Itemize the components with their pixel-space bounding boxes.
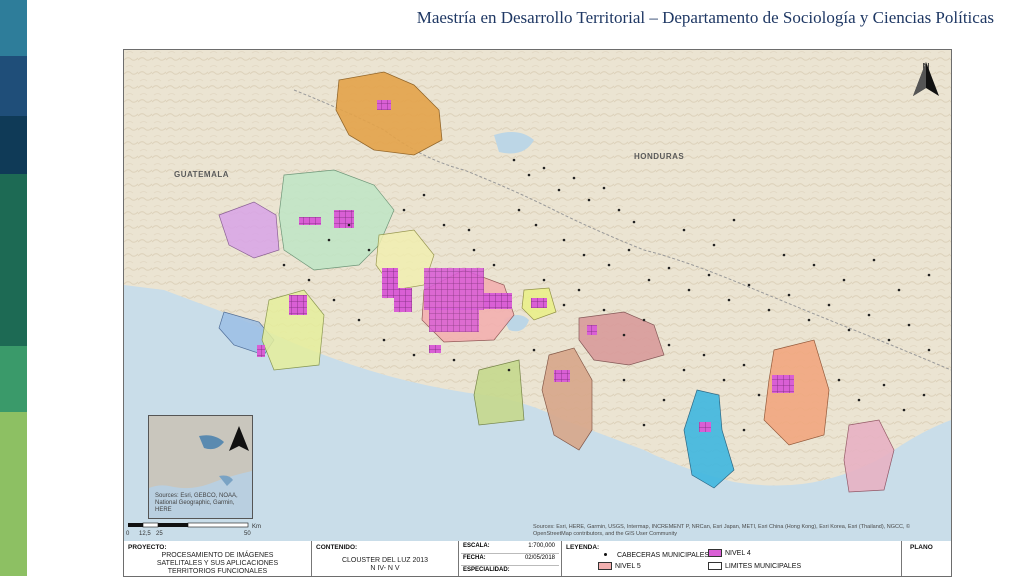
strip-segment-3: [0, 116, 27, 174]
strip-segment-4: [0, 174, 27, 346]
north-arrow-icon: [913, 62, 939, 96]
strip-segment-5: [0, 346, 27, 412]
strip-segment-1: [0, 0, 27, 56]
fecha-head: FECHA:: [463, 555, 486, 561]
nivel4-cluster: [299, 217, 321, 225]
dot-icon: [604, 553, 607, 556]
nivel4-cluster: [484, 293, 512, 309]
scale-bar: 0 12,5 25 50 Km: [126, 522, 276, 540]
tb-escala: ESCALA: 1:700,000 FECHA: 02/05/2018 ESPE…: [459, 541, 562, 576]
nivel4-cluster: [554, 370, 570, 382]
nivel5-swatch: [598, 562, 612, 570]
legend-cabeceras-label: CABECERAS MUNICIPALES: [617, 552, 710, 559]
label-guatemala: GUATEMALA: [174, 170, 230, 179]
legend-limites: LIMITES MUNICIPALES: [708, 562, 801, 570]
nivel4-cluster: [429, 345, 441, 353]
inset-sources: Sources: Esri, GEBCO, NOAA, National Geo…: [155, 493, 238, 513]
scale-tick-0: 0: [126, 531, 130, 537]
plano-head: PLANO: [910, 544, 933, 551]
map-sources: Sources: Esri, HERE, Garmin, USGS, Inter…: [533, 524, 911, 537]
legend-cabeceras: CABECERAS MUNICIPALES: [598, 552, 709, 559]
nivel4-cluster: [289, 295, 307, 315]
scale-tick-3: 50: [244, 531, 251, 537]
legend-nivel5: NIVEL 5: [598, 562, 641, 570]
map-canvas[interactable]: GUATEMALA HONDURAS N Sources: Esri, GEBC…: [123, 49, 952, 543]
contenido-value-2: N IV- N V: [370, 565, 400, 572]
proyecto-head: PROYECTO:: [128, 544, 167, 551]
escala-value: 1:700,000: [528, 543, 555, 549]
nivel4-cluster: [531, 298, 547, 308]
nivel4-cluster: [429, 308, 479, 332]
scale-tick-2: 25: [156, 531, 163, 537]
especialidad-head: ESPECIALIDAD:: [463, 567, 510, 573]
legend-nivel4-label: NIVEL 4: [725, 549, 751, 557]
tb-contenido: CONTENIDO: CLOUSTER DEL LUZ 2013 N IV- N…: [312, 541, 459, 576]
dept-olive-south: [473, 359, 525, 426]
strip-segment-6: [0, 412, 27, 576]
legend-limites-label: LIMITES MUNICIPALES: [725, 562, 802, 570]
label-honduras: HONDURAS: [634, 152, 685, 161]
escala-head: ESCALA:: [463, 543, 490, 549]
scale-tick-1: 12,5: [139, 531, 151, 537]
legend-nivel5-label: NIVEL 5: [615, 562, 641, 570]
limites-swatch: [708, 562, 722, 570]
especialidad-row: ESPECIALIDAD:: [461, 565, 559, 577]
nivel4-cluster: [394, 288, 412, 312]
nivel4-cluster: [377, 100, 391, 110]
leyenda-head: LEYENDA:: [566, 544, 600, 551]
tb-plano: PLANO: [902, 541, 951, 576]
proyecto-value: PROCESAMIENTO DE IMÁGENES SATELITALES Y …: [156, 552, 279, 575]
nivel4-swatch: [708, 549, 722, 557]
page-title: Maestría en Desarrollo Territorial – Dep…: [416, 8, 994, 27]
north-arrow: N: [913, 62, 939, 96]
contenido-head: CONTENIDO:: [316, 544, 358, 551]
tb-proyecto: PROYECTO: PROCESAMIENTO DE IMÁGENES SATE…: [124, 541, 312, 576]
scale-unit: Km: [252, 524, 261, 530]
legend-nivel4: NIVEL 4: [708, 549, 751, 557]
contenido-value-1: CLOUSTER DEL LUZ 2013: [341, 557, 429, 564]
sidebar-color-strip: [0, 0, 27, 576]
tb-leyenda: LEYENDA: CABECERAS MUNICIPALES NIVEL 5 N…: [562, 541, 902, 576]
inset-map[interactable]: Sources: Esri, GEBCO, NOAA, National Geo…: [148, 415, 253, 519]
title-block: PROYECTO: PROCESAMIENTO DE IMÁGENES SATE…: [123, 541, 952, 577]
fecha-value: 02/05/2018: [524, 555, 555, 561]
nivel4-cluster: [424, 268, 484, 310]
strip-segment-2: [0, 56, 27, 116]
nivel4-cluster: [334, 210, 354, 228]
nivel4-cluster: [772, 375, 794, 393]
nivel4-cluster: [257, 345, 265, 357]
nivel4-cluster: [699, 422, 711, 432]
nivel4-cluster: [587, 325, 597, 335]
